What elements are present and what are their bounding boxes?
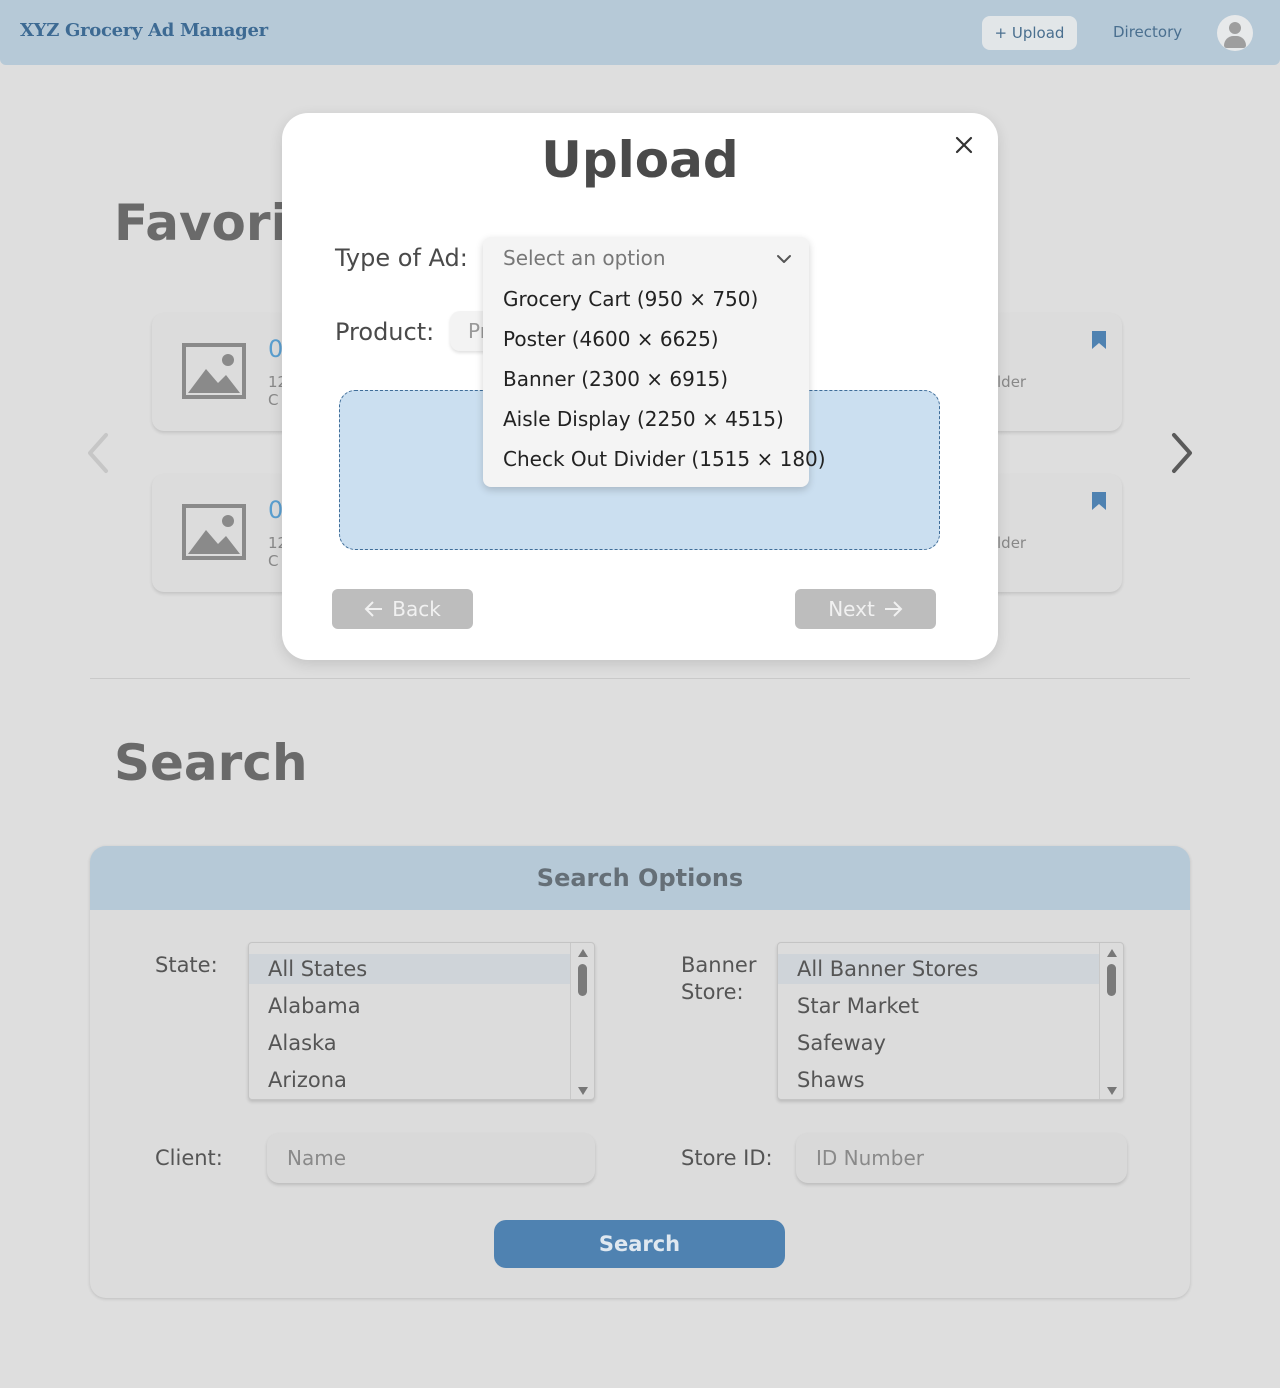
banner-store-label: Banner Store: — [681, 952, 756, 1006]
next-button[interactable]: Next — [795, 589, 936, 629]
dropdown-option-banner[interactable]: Banner (2300 × 6915) — [503, 367, 728, 391]
scroll-up-icon[interactable] — [1107, 949, 1117, 957]
bookmark-icon[interactable] — [1092, 331, 1106, 349]
upload-button[interactable]: + Upload — [982, 16, 1077, 50]
client-name-input[interactable]: Name — [267, 1133, 595, 1183]
state-option[interactable]: All States — [249, 954, 571, 984]
state-option[interactable]: Alaska — [249, 1028, 571, 1058]
section-divider — [90, 678, 1190, 679]
store-id-input[interactable]: ID Number — [796, 1133, 1127, 1183]
user-avatar-icon[interactable] — [1217, 15, 1253, 51]
scroll-thumb[interactable] — [1107, 964, 1116, 996]
chevron-down-icon[interactable] — [776, 254, 792, 264]
banner-store-option[interactable]: Star Market — [778, 991, 1100, 1021]
directory-link[interactable]: Directory — [1113, 23, 1182, 41]
banner-store-label-line: Banner — [681, 953, 757, 977]
card-detail: C — [268, 391, 279, 409]
next-label: Next — [828, 597, 875, 621]
back-button[interactable]: Back — [332, 589, 473, 629]
ad-type-dropdown[interactable]: Select an option Grocery Cart (950 × 750… — [483, 237, 826, 487]
dropdown-option-poster[interactable]: Poster (4600 × 6625) — [503, 327, 719, 351]
close-icon[interactable] — [953, 134, 975, 156]
store-id-label: Store ID: — [681, 1146, 773, 1170]
client-label: Client: — [155, 1146, 223, 1170]
banner-store-option[interactable]: Safeway — [778, 1028, 1100, 1058]
image-placeholder-icon — [182, 343, 246, 399]
state-listbox[interactable]: All States Alabama Alaska Arizona — [248, 942, 595, 1100]
dropdown-option-aisle-display[interactable]: Aisle Display (2250 × 4515) — [503, 407, 784, 431]
state-label: State: — [155, 953, 218, 977]
card-detail-right: lder — [997, 534, 1027, 552]
back-label: Back — [392, 597, 441, 621]
state-option[interactable]: Arizona — [249, 1065, 571, 1095]
banner-store-option[interactable]: Shaws — [778, 1065, 1100, 1095]
dropdown-placeholder[interactable]: Select an option — [503, 246, 666, 270]
top-header: XYZ Grocery Ad Manager + Upload Director… — [0, 0, 1280, 65]
card-number: 0 — [268, 335, 284, 363]
arrow-right-icon — [884, 601, 903, 617]
image-placeholder-icon — [182, 504, 246, 560]
scroll-up-icon[interactable] — [578, 949, 588, 957]
search-title: Search — [114, 734, 308, 792]
state-scrollbar[interactable] — [570, 943, 594, 1099]
avatar-head — [1229, 22, 1241, 34]
card-detail: C — [268, 552, 279, 570]
banner-store-listbox[interactable]: All Banner Stores Star Market Safeway Sh… — [777, 942, 1124, 1100]
scroll-thumb[interactable] — [578, 964, 587, 996]
avatar-body — [1224, 36, 1246, 48]
card-number: 0 — [268, 496, 284, 524]
scroll-down-icon[interactable] — [578, 1087, 588, 1095]
banner-store-option[interactable]: All Banner Stores — [778, 954, 1100, 984]
dropdown-option-checkout-divider[interactable]: Check Out Divider (1515 × 180) — [503, 447, 826, 471]
dropdown-option-grocery-cart[interactable]: Grocery Cart (950 × 750) — [503, 287, 758, 311]
carousel-next-icon[interactable] — [1166, 432, 1196, 474]
banner-store-scrollbar[interactable] — [1099, 943, 1123, 1099]
state-option[interactable]: Alabama — [249, 991, 571, 1021]
search-button[interactable]: Search — [494, 1220, 785, 1268]
carousel-prev-icon[interactable] — [84, 432, 114, 474]
arrow-left-icon — [364, 601, 383, 617]
brand-title[interactable]: XYZ Grocery Ad Manager — [20, 20, 268, 41]
banner-store-label-line: Store: — [681, 980, 744, 1004]
product-label: Product: — [335, 318, 435, 346]
ad-type-label: Type of Ad: — [335, 244, 468, 272]
scroll-down-icon[interactable] — [1107, 1087, 1117, 1095]
card-detail-right: lder — [997, 373, 1027, 391]
search-options-header: Search Options — [90, 846, 1190, 910]
bookmark-icon[interactable] — [1092, 492, 1106, 510]
modal-title: Upload — [541, 131, 739, 189]
